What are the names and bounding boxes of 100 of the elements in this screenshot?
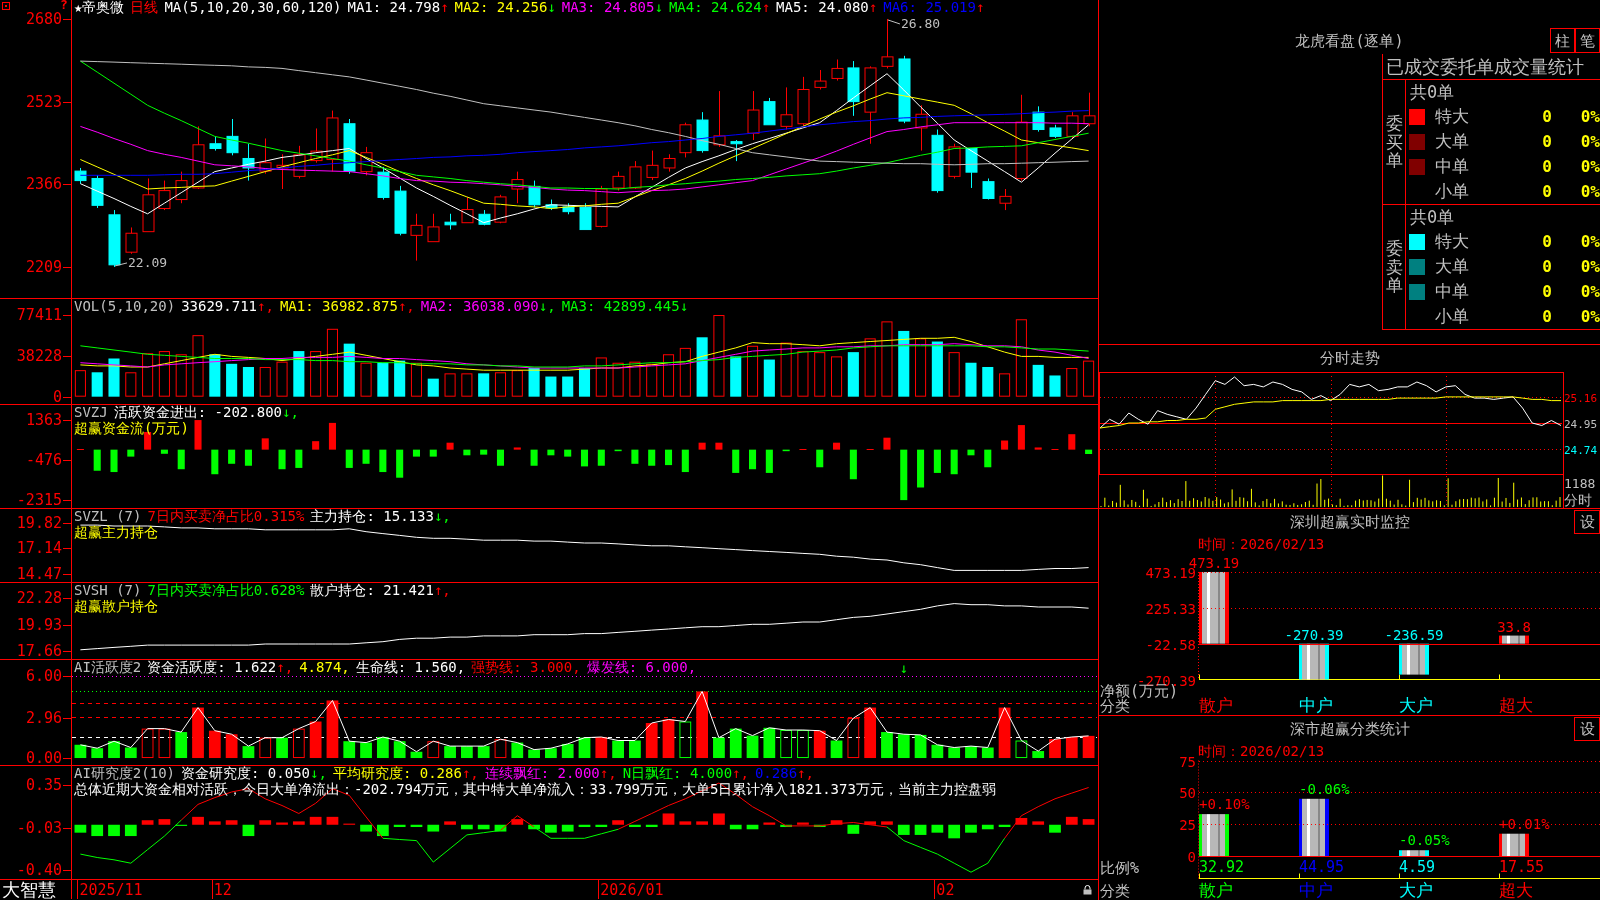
category-label: 中户 <box>1299 880 1333 900</box>
axis-tick-label: 17.66 <box>16 642 62 661</box>
axis-tick-label: 0 <box>52 387 62 406</box>
change-percent-label: +0.10% <box>1199 796 1250 813</box>
panel-title: 龙虎看盘(逐单) <box>1295 32 1404 50</box>
panel-title: 深市超赢分类统计 <box>1289 720 1410 738</box>
axis-tick-label: 19.82 <box>16 514 62 532</box>
order-count: 0 <box>1542 282 1552 301</box>
group-label: 委买单 <box>1385 113 1403 171</box>
order-type-label: 小单 <box>1434 305 1469 328</box>
axis-tick-label: 38228 <box>16 347 62 366</box>
volume-scale-label: 1188 <box>1564 476 1596 491</box>
axis-tick-label: 19.93 <box>16 616 62 635</box>
order-share: 0% <box>1580 132 1600 151</box>
y-axis-title: 比例% <box>1100 859 1140 878</box>
annotation: 22.09 <box>128 254 168 270</box>
axis-tick-label: 2523 <box>25 92 62 111</box>
x-axis-title: 分类 <box>1100 882 1130 900</box>
order-count: 0 <box>1542 257 1552 276</box>
axis-tick-label: 25 <box>1179 816 1196 833</box>
axis-tick-label: 77411 <box>16 305 62 324</box>
legend-label: MA2: 24.256↓ <box>454 0 556 15</box>
chart-subtitle: 时间：2026/02/13 <box>1198 743 1325 759</box>
legend-label: N日飘红: 4.000↑, <box>622 766 749 781</box>
indicator-caption: 超赢主力持仓 <box>74 524 158 541</box>
order-count: 0 <box>1542 182 1552 201</box>
legend-label: MA3: 24.805↓ <box>561 0 663 15</box>
date-axis-label: 2025/11 <box>79 881 143 899</box>
annotation: 26.80 <box>900 15 941 31</box>
legend-label: 爆发线: 6.000, <box>586 660 697 675</box>
order-share: 0% <box>1580 282 1600 301</box>
change-percent-label: -0.06% <box>1299 780 1350 797</box>
axis-tick-label: 50 <box>1179 784 1196 801</box>
axis-tick-label: 24.74 <box>1564 443 1598 457</box>
legend-label: VOL(5,10,20) <box>74 299 176 314</box>
legend-label: MA2: 36038.090↓, <box>420 299 556 314</box>
brand-logo-text: 大智慧 <box>2 880 56 900</box>
legend-label: 散户持仓: 21.421↑, <box>310 583 451 598</box>
legend-label: 7日内买卖净占比0.315% <box>147 509 305 524</box>
legend-label: MA5: 24.080↑ <box>776 0 878 15</box>
axis-tick-label: 2209 <box>25 257 62 276</box>
order-type-label: 大单 <box>1434 255 1469 278</box>
order-count: 0 <box>1542 232 1552 251</box>
order-share: 0% <box>1580 107 1600 126</box>
axis-tick-label: 1363 <box>25 411 62 429</box>
signal-arrow: ↓ <box>899 661 908 675</box>
legend-label: 资金活跃度: 1.622↑, <box>147 660 294 675</box>
legend-label: 日线 <box>130 0 159 15</box>
axis-tick-label: 24.95 <box>1564 417 1598 431</box>
panel-title: 深圳超赢实时监控 <box>1289 513 1410 531</box>
legend-label: SVZL (7) <box>74 509 142 524</box>
legend-label: 资金研究度: 0.050↓, <box>181 766 327 781</box>
legend-label: SVSH (7) <box>74 583 142 598</box>
legend-label: 0.286↑, <box>754 766 814 781</box>
axis-tick-label: 6.00 <box>25 667 62 685</box>
legend-label: 平均研究度: 0.286↑, <box>332 766 479 781</box>
order-count: 0 <box>1542 132 1552 151</box>
bar-value-label: 17.55 <box>1499 858 1545 877</box>
axis-tick-label: 25.16 <box>1564 391 1598 405</box>
order-count: 0 <box>1542 307 1552 326</box>
axis-tick-label: 17.14 <box>16 539 62 558</box>
order-type-label: 小单 <box>1434 180 1469 203</box>
legend-label: 4.874, <box>299 660 350 675</box>
category-label: 散户 <box>1199 880 1233 900</box>
legend-label: 强势线: 3.000, <box>471 660 581 675</box>
axis-tick-label: 0 <box>1187 848 1196 865</box>
legend-label: MA4: 24.624↑ <box>668 0 771 15</box>
axis-tick-label: 0.00 <box>25 749 62 768</box>
date-axis-label: 12 <box>213 881 232 899</box>
axis-tick-label: 0.35 <box>25 776 62 795</box>
axis-tick-label: -2315 <box>16 491 62 509</box>
order-count: 0 <box>1542 157 1552 176</box>
date-axis-label: 2026/01 <box>600 881 664 899</box>
legend-label: MA1: 24.798↑ <box>347 0 449 15</box>
legend-label: MA6: 25.019↑ <box>883 0 985 15</box>
change-percent-label: +0.01% <box>1499 815 1550 832</box>
help-mark: ? <box>60 0 68 12</box>
change-percent-label: -0.05% <box>1399 832 1450 849</box>
order-total: 共0单 <box>1409 206 1455 229</box>
high-price-annotation: 26.80 <box>887 15 941 31</box>
panel-title: 分时走势 <box>1319 349 1380 367</box>
order-total: 共0单 <box>1409 81 1455 104</box>
axis-tick-label: 75 <box>1179 753 1196 770</box>
legend-label: SVZJ <box>74 405 108 420</box>
order-share: 0% <box>1580 182 1600 201</box>
legend-label: 7日内买卖净占比0.628% <box>147 583 305 598</box>
legend-label: MA1: 36982.875↑, <box>279 299 415 314</box>
category-label: 超大 <box>1499 880 1533 900</box>
table-title: 已成交委托单成交量统计 <box>1383 54 1600 80</box>
bar-value-label: 32.92 <box>1199 858 1245 877</box>
order-count: 0 <box>1542 107 1552 126</box>
legend-label: 主力持仓: 15.133↓, <box>310 509 451 524</box>
order-share: 0% <box>1580 157 1600 176</box>
order-type-label: 中单 <box>1434 155 1469 178</box>
axis-tick-label: -0.03 <box>16 819 62 838</box>
order-type-label: 特大 <box>1434 230 1469 253</box>
legend-label: MA3: 42899.445↓ <box>561 299 689 314</box>
legend-label: ★帝奥微 <box>74 0 125 15</box>
order-share: 0% <box>1580 232 1600 251</box>
order-type-label: 特大 <box>1434 105 1469 128</box>
